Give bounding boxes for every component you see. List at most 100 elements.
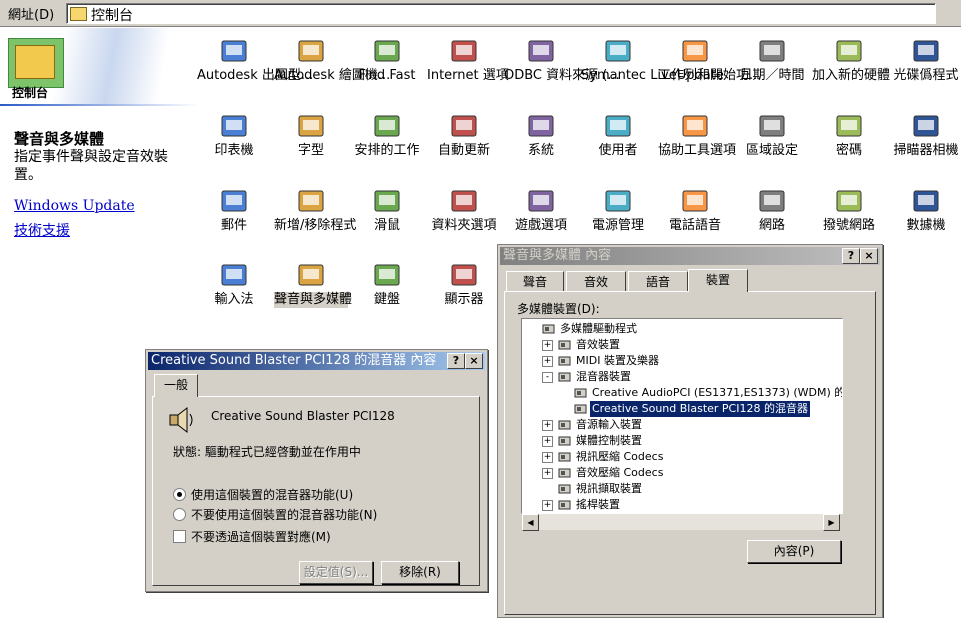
scroll-right-icon[interactable]: ▶: [823, 514, 840, 531]
settings-button[interactable]: 設定值(S)...: [299, 561, 373, 584]
tree-node-label: 音效裝置: [576, 338, 620, 351]
cp-item[interactable]: 電話語音: [658, 186, 732, 234]
cp-item-label: 鍵盤: [373, 292, 400, 307]
cp-item[interactable]: 鍵盤: [350, 260, 424, 308]
tree-node-label: MIDI 裝置及樂器: [576, 354, 659, 367]
cp-item[interactable]: 使用者: [581, 111, 655, 159]
cp-item[interactable]: Find Fast: [350, 36, 424, 84]
cp-item[interactable]: Internet 選項: [427, 36, 509, 84]
cp-item[interactable]: 掃瞄器相機: [889, 111, 961, 159]
cp-item[interactable]: 遊戲選項: [504, 186, 578, 234]
cp-item-label: 網路: [758, 218, 785, 233]
cp-item[interactable]: 光碟僞程式: [889, 36, 961, 84]
device-name: Creative Sound Blaster PCI128: [211, 409, 395, 423]
cp-item[interactable]: 顯示器: [427, 260, 501, 308]
cp-item[interactable]: 協助工具選項: [658, 111, 736, 159]
tab-devices[interactable]: 裝置: [688, 269, 748, 292]
address-input[interactable]: 控制台: [66, 3, 936, 24]
cp-item-label: 新增/移除程式: [274, 218, 357, 233]
cp-item[interactable]: Autodesk 繪圖機...: [274, 36, 391, 84]
cp-item[interactable]: 撥號網路: [812, 186, 886, 234]
horizontal-scrollbar[interactable]: ◀ ▶: [522, 514, 840, 531]
address-bar: 網址(D) 控制台: [0, 0, 961, 27]
cp-item[interactable]: 工作列和開始功...: [658, 36, 762, 84]
no-mixer-radio[interactable]: [173, 508, 186, 521]
close-button[interactable]: ×: [860, 248, 878, 264]
map-checkbox[interactable]: [173, 530, 186, 543]
remove-button[interactable]: 移除(R): [381, 561, 459, 584]
devices-label: 多媒體裝置(D):: [517, 302, 600, 316]
cp-item-label: Autodesk 出圖型...: [197, 68, 314, 83]
codec-icon: [558, 451, 571, 463]
help-button[interactable]: ?: [842, 248, 860, 264]
cp-item[interactable]: Autodesk 出圖型...: [197, 36, 314, 84]
tech-support-link[interactable]: 技術支援: [14, 220, 70, 240]
cp-item-label: 密碼: [835, 143, 862, 158]
expand-icon[interactable]: +: [542, 468, 553, 479]
cp-item[interactable]: 聲音與多媒體: [274, 260, 352, 308]
cp-item[interactable]: ODBC 資料來源 (...: [504, 36, 620, 84]
mixer-dialog-title: Creative Sound Blaster PCI128 的混音器 內容: [151, 353, 437, 368]
tab-general[interactable]: 一般: [154, 374, 198, 397]
keyboard-icon: [372, 260, 402, 290]
expand-icon[interactable]: +: [542, 500, 553, 511]
expand-icon[interactable]: +: [542, 356, 553, 367]
cp-item-label: 工作列和開始功...: [658, 68, 762, 83]
cp-item[interactable]: 數據機: [889, 186, 961, 234]
collapse-icon[interactable]: -: [542, 372, 553, 383]
cp-item[interactable]: 區域設定: [735, 111, 809, 159]
cp-item[interactable]: 輸入法: [197, 260, 271, 308]
map-checkbox-label[interactable]: 不要透過這個裝置對應(M): [191, 528, 331, 545]
cp-item-label: 光碟僞程式: [893, 68, 959, 83]
modem-icon: [911, 186, 941, 216]
tab-audio[interactable]: 音效: [566, 271, 626, 292]
device-status: 狀態: 驅動程式已經啓動並在作用中: [173, 445, 361, 459]
cp-item[interactable]: 電源管理: [581, 186, 655, 234]
speaker-icon: [169, 406, 193, 434]
tab-sounds[interactable]: 聲音: [506, 271, 564, 292]
tab-voice[interactable]: 語音: [628, 271, 688, 292]
no-mixer-label[interactable]: 不要使用這個裝置的混音器功能(N): [191, 506, 377, 523]
cp-item[interactable]: 字型: [274, 111, 348, 159]
cp-item[interactable]: 系統: [504, 111, 578, 159]
mixer-help-button[interactable]: ?: [447, 353, 465, 369]
expand-icon[interactable]: +: [542, 340, 553, 351]
header-divider: [0, 104, 200, 106]
cp-item-label: 區域設定: [745, 143, 798, 158]
cp-item[interactable]: 印表機: [197, 111, 271, 159]
cp-item[interactable]: 加入新的硬體: [812, 36, 890, 84]
cp-item[interactable]: 密碼: [812, 111, 886, 159]
cp-item[interactable]: 郵件: [197, 186, 271, 234]
expand-icon[interactable]: +: [542, 452, 553, 463]
cp-item-label: 使用者: [598, 143, 638, 158]
expand-icon[interactable]: +: [542, 420, 553, 431]
cp-item[interactable]: 安排的工作: [350, 111, 424, 159]
mixer-close-button[interactable]: ×: [465, 353, 483, 369]
mouse-icon: [372, 186, 402, 216]
properties-button[interactable]: 內容(P): [747, 540, 841, 563]
cp-item[interactable]: 資料夾選項: [427, 186, 501, 234]
use-mixer-radio[interactable]: [173, 488, 186, 501]
joystick-icon: [526, 186, 556, 216]
cp-item-label: Autodesk 繪圖機...: [274, 68, 391, 83]
address-label: 網址(D): [8, 8, 55, 23]
speaker-tree-icon: [558, 339, 571, 351]
cp-item[interactable]: Symantec LiveUpdate: [581, 36, 724, 84]
cp-item[interactable]: 日期／時間: [735, 36, 809, 84]
device-tree[interactable]: 多媒體驅動程式 + 音效裝置 + MIDI 裝置及樂器 - 混音器裝置 Creative Au…: [521, 318, 843, 514]
cp-item[interactable]: 滑鼠: [350, 186, 424, 234]
cp-item[interactable]: 網路: [735, 186, 809, 234]
cp-item-label: 字型: [297, 143, 324, 158]
keys-icon: [834, 111, 864, 141]
add-hardware-icon: [834, 36, 864, 66]
cp-item[interactable]: 自動更新: [427, 111, 501, 159]
cp-item[interactable]: 新增/移除程式: [274, 186, 357, 234]
windows-update-link[interactable]: Windows Update: [14, 198, 135, 214]
expand-icon[interactable]: +: [542, 436, 553, 447]
codec-icon: [558, 467, 571, 479]
scroll-left-icon[interactable]: ◀: [522, 514, 539, 531]
cp-item-label: ODBC 資料來源 (...: [504, 68, 620, 83]
internet-globe-icon: [449, 36, 479, 66]
input-method-icon: [219, 260, 249, 290]
use-mixer-label[interactable]: 使用這個裝置的混音器功能(U): [191, 486, 353, 503]
